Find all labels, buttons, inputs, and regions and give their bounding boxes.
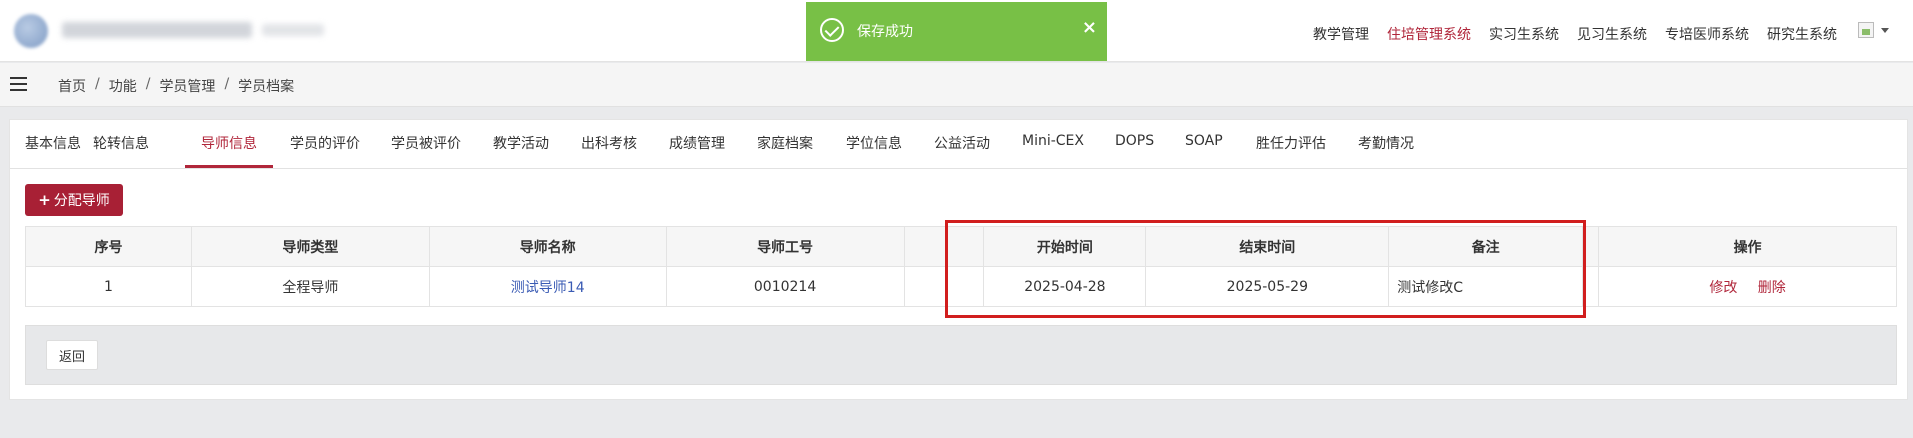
top-nav: 教学管理 住培管理系统 实习生系统 见习生系统 专培医师系统 研究生系统 [1313, 24, 1837, 44]
tab-dops[interactable]: DOPS [1115, 133, 1154, 149]
cell-mentor-name: 测试导师14 [428, 266, 667, 307]
cell-end-time: 2025-05-29 [1145, 266, 1390, 307]
form-footer: 返回 [25, 325, 1897, 385]
tab-bar: 基本信息 轮转信息 导师信息 学员的评价 学员被评价 教学活动 出科考核 成绩管… [10, 120, 1907, 169]
tab-soap[interactable]: SOAP [1185, 133, 1223, 149]
cell-actions: 修改 删除 [1598, 266, 1897, 307]
logo [14, 14, 48, 48]
cell-blank [903, 266, 985, 307]
header-actions: 操作 [1598, 226, 1897, 267]
tab-mentor-info[interactable]: 导师信息 [201, 133, 257, 153]
breadcrumb-separator: / [95, 76, 100, 92]
mentor-name-link[interactable]: 测试导师14 [511, 280, 585, 296]
cell-note: 测试修改C [1388, 266, 1584, 307]
tab-public-welfare[interactable]: 公益活动 [934, 133, 990, 153]
breadcrumb-separator: / [224, 76, 230, 92]
table-header-row: 序号 导师类型 导师名称 导师工号 开始时间 结束时间 备注 操作 [25, 226, 1897, 267]
breadcrumb-student-archive: 学员档案 [238, 79, 295, 95]
breadcrumb-student-management[interactable]: 学员管理 [159, 76, 215, 96]
breadcrumb-home[interactable]: 首页 [58, 76, 86, 96]
header-mentor-type: 导师类型 [190, 226, 430, 267]
active-tab-indicator [185, 165, 273, 168]
delete-button[interactable]: 删除 [1758, 280, 1786, 296]
mentor-table: 序号 导师类型 导师名称 导师工号 开始时间 结束时间 备注 操作 1 全程导师… [25, 226, 1897, 307]
close-icon[interactable]: × [1082, 17, 1097, 38]
cell-mentor-type: 全程导师 [190, 266, 430, 307]
cell-index: 1 [25, 266, 192, 307]
cell-blank [1582, 266, 1600, 307]
plus-icon: + [38, 191, 51, 209]
nav-item-specialist[interactable]: 专培医师系统 [1665, 24, 1749, 44]
header-mentor-id: 导师工号 [665, 226, 905, 267]
table-row: 1 全程导师 测试导师14 0010214 2025-04-28 2025-05… [25, 266, 1897, 307]
header-index: 序号 [25, 226, 192, 267]
assign-mentor-button[interactable]: + 分配导师 [25, 184, 123, 216]
nav-item-teaching[interactable]: 教学管理 [1313, 24, 1369, 44]
tab-attendance[interactable]: 考勤情况 [1358, 133, 1414, 153]
tab-basic-info[interactable]: 基本信息 [25, 133, 81, 153]
header-end-time: 结束时间 [1145, 226, 1390, 267]
tab-teaching-activity[interactable]: 教学活动 [493, 133, 549, 153]
chevron-down-icon[interactable] [1881, 28, 1889, 33]
edit-button[interactable]: 修改 [1709, 280, 1737, 296]
nav-item-trainee[interactable]: 见习生系统 [1577, 24, 1647, 44]
main-panel: 基本信息 轮转信息 导师信息 学员的评价 学员被评价 教学活动 出科考核 成绩管… [9, 119, 1908, 400]
avatar[interactable] [1858, 22, 1874, 38]
tab-rotation-info[interactable]: 轮转信息 [93, 133, 149, 153]
tab-competency-assessment[interactable]: 胜任力评估 [1256, 133, 1326, 153]
cell-mentor-id: 0010214 [665, 266, 905, 307]
assign-mentor-label: 分配导师 [53, 193, 110, 209]
logo-text-blurred [62, 22, 252, 38]
nav-item-graduate[interactable]: 研究生系统 [1767, 24, 1837, 44]
breadcrumb: 首页 / 功能 / 学员管理 / 学员档案 [58, 76, 294, 96]
header-start-time: 开始时间 [983, 226, 1147, 267]
tab-degree-info[interactable]: 学位信息 [846, 133, 902, 153]
nav-item-intern[interactable]: 实习生系统 [1489, 24, 1559, 44]
header-mentor-name: 导师名称 [428, 226, 667, 267]
toast-message: 保存成功 [857, 24, 913, 40]
tab-department-exam[interactable]: 出科考核 [581, 133, 637, 153]
breadcrumb-bar: 首页 / 功能 / 学员管理 / 学员档案 [0, 63, 1913, 107]
breadcrumb-separator: / [145, 76, 151, 92]
header-note: 备注 [1388, 226, 1584, 267]
nav-item-residency[interactable]: 住培管理系统 [1387, 24, 1471, 44]
cell-start-time: 2025-04-28 [983, 266, 1147, 307]
top-bar: 保存成功 × 教学管理 住培管理系统 实习生系统 见习生系统 专培医师系统 研究… [0, 0, 1913, 62]
header-blank [903, 226, 985, 267]
back-button[interactable]: 返回 [46, 340, 98, 370]
header-blank [1582, 226, 1600, 267]
menu-icon[interactable] [10, 77, 27, 91]
tab-mini-cex[interactable]: Mini-CEX [1022, 133, 1084, 149]
breadcrumb-function[interactable]: 功能 [109, 76, 137, 96]
tab-student-evaluation[interactable]: 学员的评价 [290, 133, 360, 153]
logo-subtext-blurred [262, 24, 324, 36]
tab-student-evaluated[interactable]: 学员被评价 [391, 133, 461, 153]
tab-grade-management[interactable]: 成绩管理 [669, 133, 725, 153]
tab-family-archive[interactable]: 家庭档案 [757, 133, 813, 153]
success-toast: 保存成功 × [806, 2, 1107, 61]
check-circle-icon [820, 18, 844, 42]
